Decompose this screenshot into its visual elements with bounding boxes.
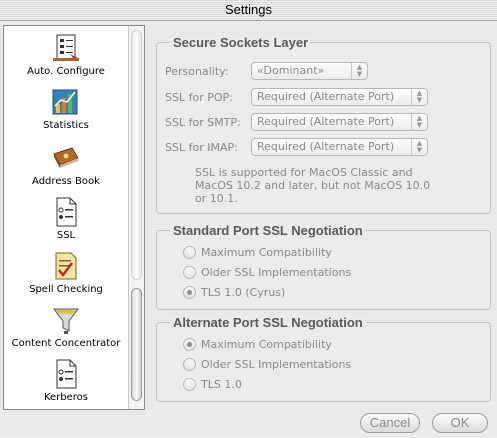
ssl-smtp-value: Required (Alternate Port) — [257, 115, 395, 128]
address-book-icon — [53, 147, 79, 168]
popup-arrows-icon: ▲ ▼ — [411, 114, 427, 130]
popup-arrows-icon: ▲ ▼ — [411, 89, 427, 105]
sidebar-item-label: Auto. Configure — [27, 66, 105, 77]
ssl-support-note: SSL is supported for MacOS Classic and M… — [195, 166, 430, 205]
settings-sidebar: Auto. Configure Statistics Address Book … — [3, 25, 145, 410]
ssl-pop-value: Required (Alternate Port) — [257, 90, 395, 103]
ssl-smtp-popup[interactable]: Required (Alternate Port) ▲ ▼ — [251, 113, 428, 131]
standard-port-group-title: Standard Port SSL Negotiation — [170, 223, 366, 238]
kerberos-icon — [56, 359, 77, 389]
sidebar-item-address-book[interactable]: Address Book — [4, 142, 128, 187]
sidebar-item-label: SSL — [56, 230, 76, 241]
ssl-group-title: Secure Sockets Layer — [170, 35, 312, 50]
popup-arrows-icon: ▲ ▼ — [411, 139, 427, 155]
radio-button[interactable] — [183, 246, 196, 259]
sidebar-item-content-concentrator[interactable]: Content Concentrator — [4, 304, 128, 349]
sidebar-item-label: Content Concentrator — [11, 338, 121, 349]
note-line: or 10.1. — [195, 192, 238, 205]
sidebar-item-label: Address Book — [32, 176, 100, 187]
window-title: Settings — [225, 2, 272, 17]
ok-button[interactable]: OK — [432, 413, 488, 433]
sidebar-item-spell-checking[interactable]: Spell Checking — [4, 250, 128, 295]
sidebar-item-label: Statistics — [43, 120, 89, 131]
statistics-icon — [52, 89, 78, 115]
radio-button[interactable] — [183, 338, 196, 351]
personality-value: «Dominant» — [257, 64, 325, 77]
popup-arrows-icon: ▲ ▼ — [351, 63, 367, 79]
sidebar-item-statistics[interactable]: Statistics — [4, 86, 128, 131]
content-concentrator-icon — [53, 308, 79, 334]
sidebar-item-label: Spell Checking — [29, 284, 103, 295]
radio-label: Older SSL Implementations — [201, 358, 352, 371]
scrollbar-track[interactable] — [131, 30, 142, 280]
ssl-imap-label: SSL for IMAP: — [165, 141, 238, 154]
alternate-port-group-title: Alternate Port SSL Negotiation — [170, 315, 366, 330]
radio-label: TLS 1.0 (Cyrus) — [201, 286, 286, 299]
auto-configure-icon — [53, 34, 79, 61]
radio-button[interactable] — [183, 358, 196, 371]
ssl-pop-label: SSL for POP: — [165, 91, 233, 104]
note-line: SSL is supported for MacOS Classic and — [195, 166, 413, 179]
radio-button[interactable] — [183, 378, 196, 391]
radio-label: TLS 1.0 — [201, 378, 242, 391]
sidebar-item-label: Kerberos — [43, 392, 89, 403]
ssl-imap-value: Required (Alternate Port) — [257, 140, 395, 153]
sidebar-item-auto-configure[interactable]: Auto. Configure — [4, 32, 128, 77]
ssl-pop-popup[interactable]: Required (Alternate Port) ▲ ▼ — [251, 88, 428, 106]
ssl-icon — [56, 197, 77, 227]
cancel-button[interactable]: Cancel — [360, 413, 420, 433]
radio-label: Older SSL Implementations — [201, 266, 352, 279]
window-title-bar: Settings — [0, 0, 497, 21]
radio-button[interactable] — [183, 266, 196, 279]
radio-label: Maximum Compatibility — [201, 338, 332, 351]
sidebar-item-kerberos[interactable]: Kerberos — [4, 358, 128, 403]
ssl-smtp-label: SSL for SMTP: — [165, 116, 241, 129]
sidebar-item-ssl[interactable]: SSL — [4, 196, 128, 241]
radio-label: Maximum Compatibility — [201, 246, 332, 259]
personality-label: Personality: — [165, 65, 229, 78]
spell-checking-icon — [55, 252, 77, 280]
scrollbar-thumb[interactable] — [131, 288, 142, 401]
radio-button[interactable] — [183, 286, 196, 299]
personality-popup[interactable]: «Dominant» ▲ ▼ — [251, 62, 368, 80]
sidebar-scrollbar[interactable] — [128, 26, 144, 409]
ssl-imap-popup[interactable]: Required (Alternate Port) ▲ ▼ — [251, 138, 428, 156]
note-line: MacOS 10.2 and later, but not MacOS 10.0 — [195, 179, 431, 192]
